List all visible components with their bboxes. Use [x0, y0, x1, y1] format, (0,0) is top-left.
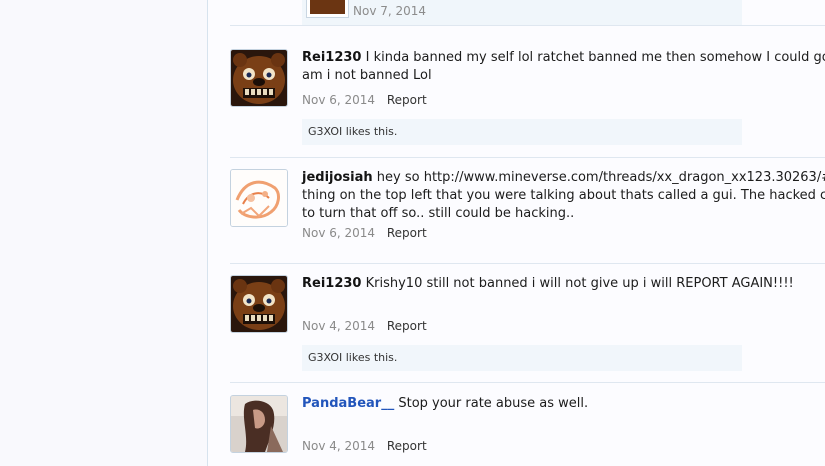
- post-date[interactable]: Nov 4, 2014: [302, 439, 375, 453]
- post-separator: [230, 382, 825, 383]
- report-link[interactable]: Report: [387, 226, 427, 240]
- post-separator: [230, 263, 825, 264]
- likes-summary: G3XOI likes this.: [302, 119, 742, 145]
- post-date[interactable]: Nov 4, 2014: [302, 319, 375, 333]
- likes-text[interactable]: G3XOI likes this.: [308, 125, 397, 138]
- previous-avatar[interactable]: [306, 0, 349, 18]
- post-separator: [230, 25, 825, 26]
- message-text: I kinda banned my self lol ratchet banne…: [365, 50, 825, 65]
- message-text: to turn that off so.. still could be hac…: [302, 206, 575, 221]
- post-meta: Nov 4, 2014 Report: [302, 439, 427, 453]
- likes-text[interactable]: G3XOI likes this.: [308, 351, 397, 364]
- sketch-avatar[interactable]: [230, 169, 288, 227]
- post-message: Rei1230 Krishy10 still not banned i will…: [302, 275, 825, 293]
- message-text: Krishy10 still not banned i will not giv…: [365, 276, 794, 291]
- likes-summary: G3XOI likes this.: [302, 345, 742, 371]
- message-text: hey so http://www.mineverse.com/threads/…: [376, 170, 825, 185]
- post-message: jedijosiah hey so http://www.mineverse.c…: [302, 169, 825, 223]
- post-message: PandaBear__ Stop your rate abuse as well…: [302, 395, 825, 413]
- post-username[interactable]: Rei1230: [302, 276, 361, 291]
- post-meta: Nov 6, 2014 Report: [302, 226, 427, 240]
- freddy-avatar[interactable]: [230, 275, 288, 333]
- post-separator: [230, 157, 825, 158]
- photo-avatar[interactable]: [230, 395, 288, 453]
- report-link[interactable]: Report: [387, 93, 427, 107]
- post-username[interactable]: Rei1230: [302, 50, 361, 65]
- report-link[interactable]: Report: [387, 319, 427, 333]
- freddy-avatar[interactable]: [230, 49, 288, 107]
- message-text: Stop your rate abuse as well.: [398, 396, 589, 411]
- report-link[interactable]: Report: [387, 439, 427, 453]
- post-username[interactable]: jedijosiah: [302, 170, 373, 185]
- left-sidebar: [0, 0, 208, 466]
- post-date[interactable]: Nov 6, 2014: [302, 93, 375, 107]
- previous-post-date[interactable]: Nov 7, 2014: [353, 4, 426, 18]
- post-meta: Nov 6, 2014 Report: [302, 93, 427, 107]
- post-username[interactable]: PandaBear__: [302, 396, 394, 411]
- post-message: Rei1230 I kinda banned my self lol ratch…: [302, 49, 825, 85]
- message-text: am i not banned Lol: [302, 68, 432, 83]
- post-date[interactable]: Nov 6, 2014: [302, 226, 375, 240]
- post-meta: Nov 4, 2014 Report: [302, 319, 427, 333]
- message-text: thing on the top left that you were talk…: [302, 188, 825, 203]
